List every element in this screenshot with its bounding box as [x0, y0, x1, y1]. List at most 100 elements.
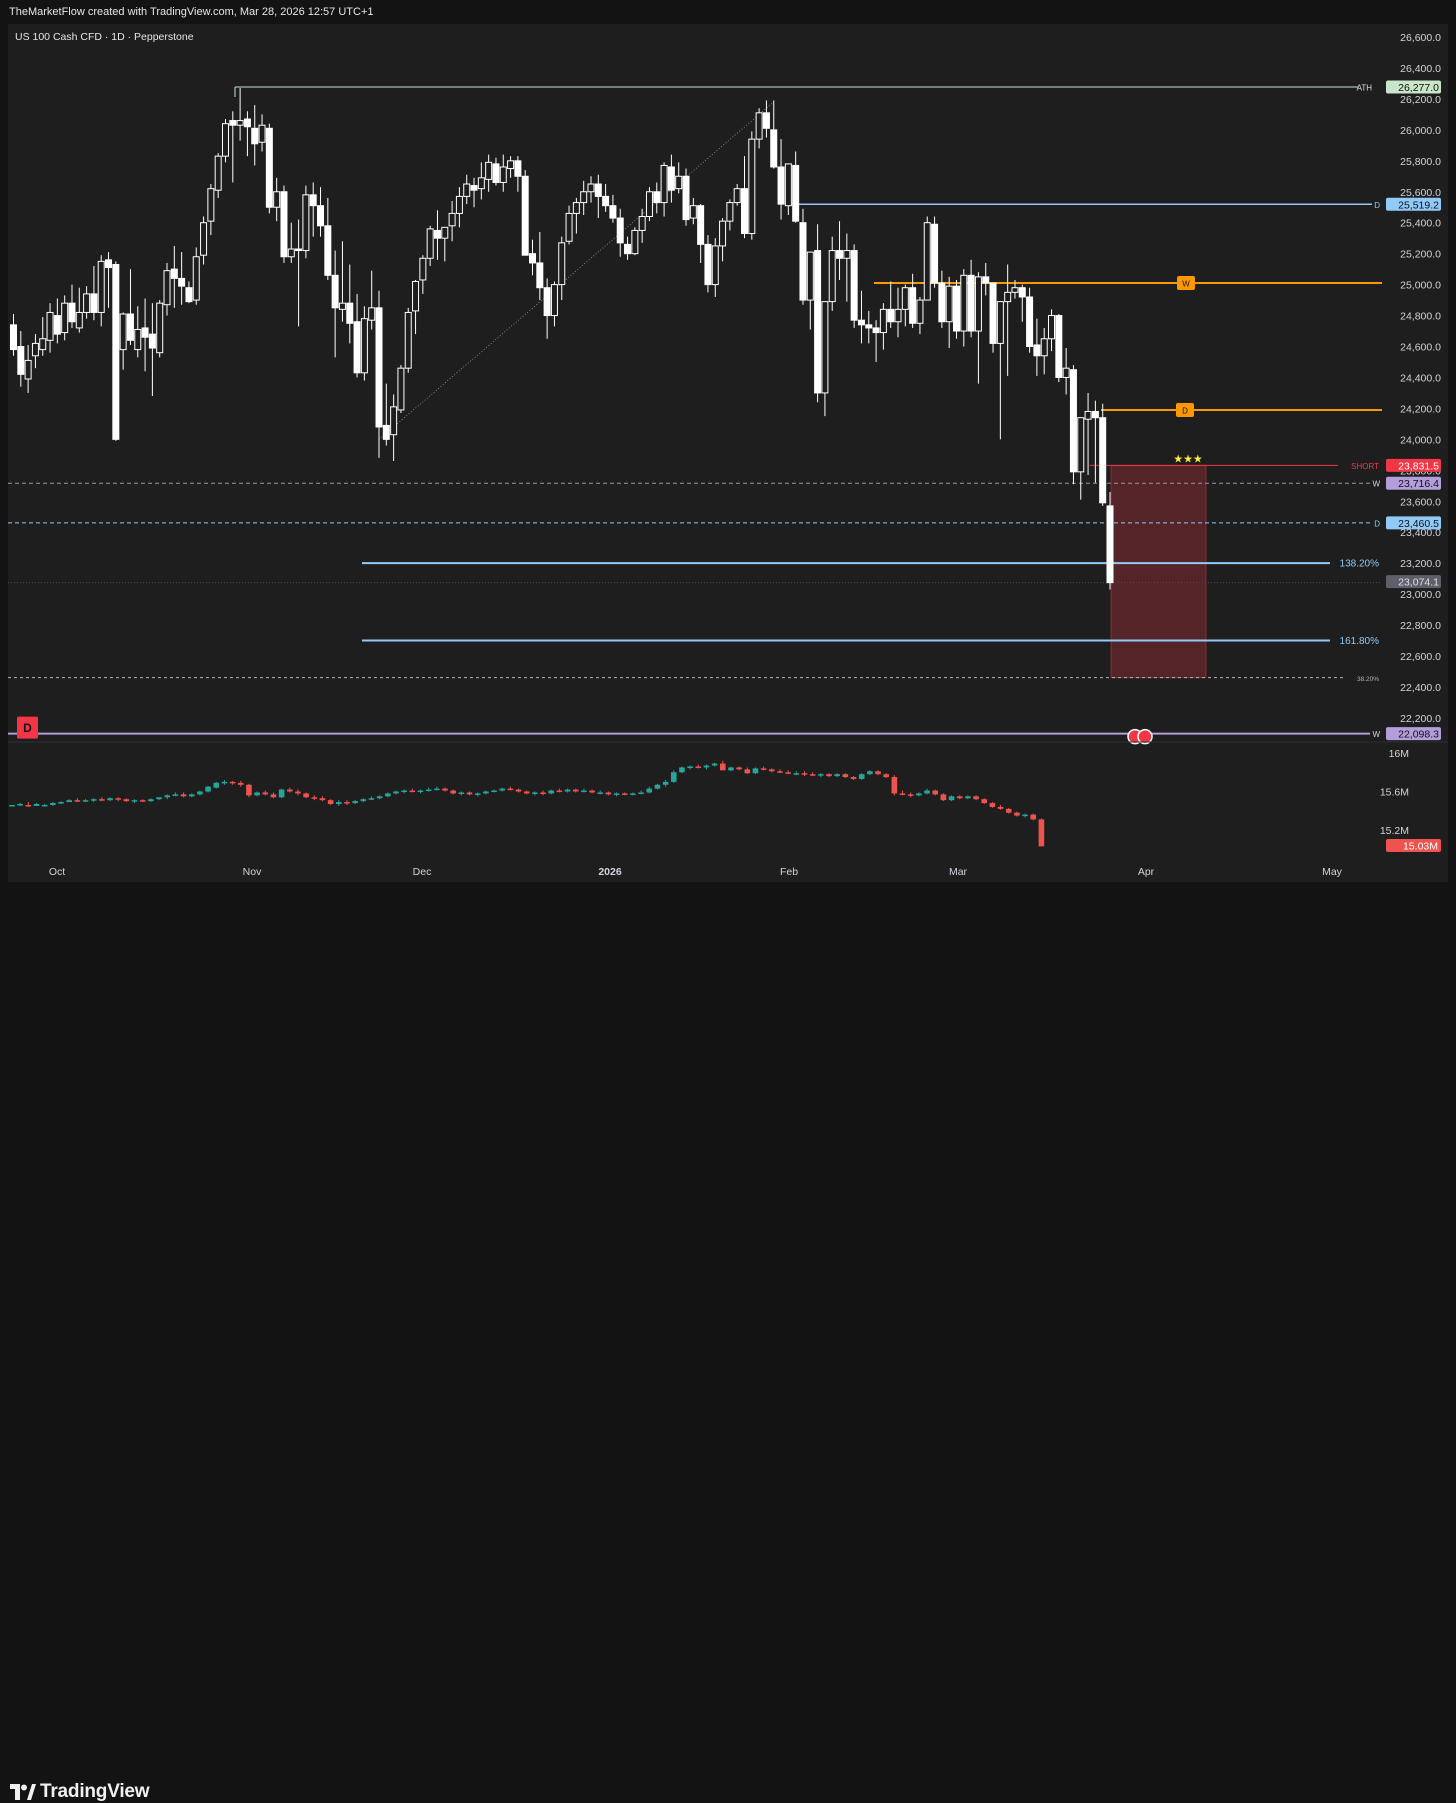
- volume-bar: [523, 790, 530, 795]
- volume-current-tag: 15.03M: [1403, 841, 1438, 853]
- volume-bar: [156, 797, 162, 801]
- candle: [287, 222, 295, 263]
- volume-body: [540, 792, 546, 794]
- tradingview-logo-text: TradingView: [40, 1781, 150, 1802]
- candle: [719, 218, 727, 262]
- candle: [507, 156, 515, 178]
- candle: [317, 187, 325, 237]
- volume-body: [368, 798, 375, 800]
- attribution-text: TheMarketFlow created with TradingView.c…: [9, 6, 374, 18]
- volume-body: [956, 796, 963, 799]
- volume-body: [376, 796, 383, 799]
- candle: [214, 153, 222, 198]
- volume-bar: [270, 792, 277, 799]
- daily-orange-label: D: [1182, 406, 1188, 415]
- candle: [236, 88, 244, 141]
- candle-body-down: [1055, 315, 1063, 378]
- candle-body-down: [185, 287, 193, 303]
- time-tick-label: Dec: [413, 866, 432, 878]
- volume-bar: [107, 797, 113, 802]
- candle: [185, 281, 193, 304]
- price-chart[interactable]: 26,600.0 26,400.0 26,200.0 26,000.0 25,800.0…: [8, 24, 1448, 882]
- volume-body: [213, 782, 220, 788]
- candle-body-up: [61, 302, 69, 334]
- volume-body: [670, 772, 677, 782]
- candle-body-down: [529, 253, 537, 264]
- volume-bar: [254, 791, 260, 797]
- price-tick-label: 25,200.0: [1400, 249, 1441, 261]
- volume-body: [131, 800, 138, 802]
- candle: [741, 156, 748, 239]
- volume-bar: [197, 790, 203, 796]
- volume-bar: [123, 798, 130, 803]
- volume-body: [123, 799, 130, 802]
- volume-body: [286, 789, 293, 792]
- volume-bar: [148, 798, 154, 803]
- candle: [872, 320, 880, 362]
- volume-bar: [630, 792, 636, 796]
- candle: [814, 224, 822, 403]
- candle: [433, 210, 441, 260]
- candle-body-up: [273, 191, 281, 208]
- volume-body: [319, 798, 326, 801]
- candle-body-down: [492, 163, 500, 183]
- candle-body-up: [24, 359, 32, 380]
- volume-body: [891, 777, 898, 794]
- candle-body-down: [1099, 417, 1107, 504]
- volume-bar: [360, 798, 367, 803]
- price-tick-label: 25,600.0: [1400, 187, 1441, 199]
- volume-body: [172, 794, 179, 796]
- candle-body-down: [126, 313, 134, 341]
- candle: [572, 197, 580, 234]
- volume-bar: [1014, 811, 1020, 817]
- candle: [112, 261, 120, 441]
- tradingview-logo[interactable]: TradingView: [10, 1781, 150, 1803]
- candle: [1026, 287, 1034, 353]
- volume-body: [107, 798, 113, 801]
- candle-body-up: [645, 191, 653, 218]
- weekly-dashed-tag: 23,716.4: [1398, 478, 1439, 490]
- candle-body-up: [748, 138, 756, 235]
- price-tick-label: 22,200.0: [1400, 713, 1441, 725]
- volume-body: [197, 791, 203, 795]
- volume-bar: [1030, 813, 1037, 821]
- volume-body: [344, 802, 350, 804]
- rating-stars: ★★★: [1173, 453, 1203, 465]
- volume-bar: [303, 792, 309, 799]
- candle: [53, 298, 61, 344]
- price-tick-label: 24,400.0: [1400, 372, 1441, 384]
- volume-body: [442, 788, 448, 791]
- candle-body-down: [777, 166, 785, 205]
- volume-bar: [989, 802, 996, 808]
- candle-body-down: [814, 250, 822, 394]
- candle-body-down: [872, 327, 880, 334]
- price-tick-label: 24,600.0: [1400, 342, 1441, 354]
- volume-bar: [981, 798, 988, 805]
- volume-bar: [760, 766, 767, 771]
- candle-body-down: [229, 120, 237, 126]
- candle-body-down: [514, 160, 522, 177]
- candle: [1018, 284, 1026, 322]
- short-zone: [1110, 464, 1207, 679]
- candle-body-down: [243, 118, 251, 128]
- volume-body: [867, 771, 873, 775]
- candle-body-up: [923, 222, 931, 301]
- volume-body: [148, 799, 154, 802]
- candle-body-down: [375, 307, 383, 428]
- candle: [470, 177, 478, 208]
- fib-38-label: 38.20%: [1357, 676, 1379, 683]
- volume-body: [916, 793, 922, 796]
- candle-body-up: [97, 260, 105, 313]
- price-tick-label: 26,200.0: [1400, 94, 1441, 106]
- volume-body: [1022, 814, 1028, 817]
- candle: [653, 182, 661, 214]
- volume-body: [752, 768, 759, 774]
- volume-body: [1030, 814, 1037, 820]
- volume-body: [883, 774, 889, 778]
- time-tick-label: May: [1322, 866, 1343, 878]
- candle-body-down: [295, 248, 303, 252]
- ath-value-tag: 26,277.0: [1398, 82, 1439, 94]
- volume-body: [687, 766, 693, 768]
- candle-body-up: [675, 175, 683, 190]
- volume-bar: [229, 780, 236, 785]
